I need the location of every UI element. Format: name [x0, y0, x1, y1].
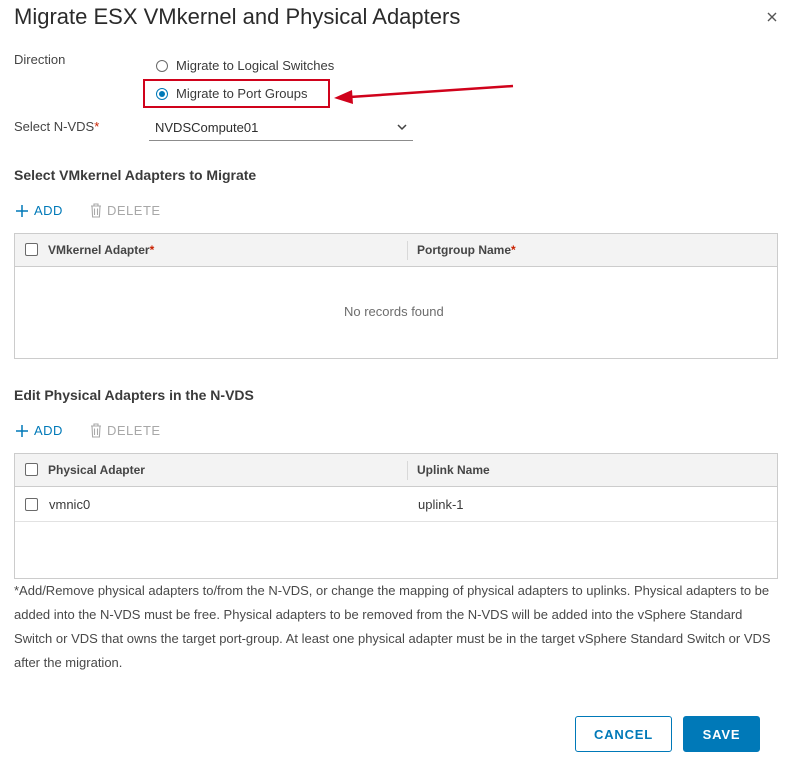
row-checkbox[interactable] — [25, 498, 38, 511]
plus-icon — [16, 424, 28, 437]
close-icon[interactable] — [763, 8, 781, 26]
physical-grid: Physical Adapter Uplink Name vmnic0 upli… — [14, 453, 778, 579]
physical-adapter-cell: vmnic0 — [49, 497, 91, 512]
chevron-down-icon — [397, 124, 407, 131]
uplink-name-cell[interactable]: uplink-1 — [418, 497, 464, 512]
radio-button[interactable] — [156, 59, 168, 72]
required-mark: * — [511, 243, 516, 257]
column-label: Portgroup Name — [417, 243, 512, 257]
column-label: VMkernel Adapter — [48, 243, 150, 257]
plus-icon — [16, 204, 28, 217]
cancel-button[interactable]: CANCEL — [575, 716, 672, 752]
radio-label: Migrate to Logical Switches — [176, 58, 335, 73]
nvds-label: Select N-VDS* — [14, 119, 99, 134]
column-separator[interactable] — [407, 461, 408, 480]
empty-message: No records found — [344, 304, 444, 319]
annotation-arrow-icon — [334, 84, 514, 104]
column-header-uplink-name[interactable]: Uplink Name — [417, 463, 490, 477]
table-row[interactable]: vmnic0 uplink-1 — [15, 487, 777, 522]
trash-icon — [91, 423, 101, 438]
required-mark: * — [94, 119, 100, 134]
vmkernel-section-title: Select VMkernel Adapters to Migrate — [14, 167, 257, 183]
direction-label: Direction — [14, 52, 66, 67]
trash-icon — [91, 203, 101, 218]
physical-add-button[interactable]: ADD — [15, 423, 63, 438]
delete-label: DELETE — [107, 203, 161, 218]
vmkernel-grid: VMkernel Adapter* Portgroup Name* No rec… — [14, 233, 778, 359]
select-all-checkbox[interactable] — [25, 463, 38, 476]
required-mark: * — [149, 243, 155, 257]
nvds-select-value: NVDSCompute01 — [155, 120, 259, 135]
physical-delete-button[interactable]: DELETE — [90, 423, 161, 438]
migration-note: *Add/Remove physical adapters to/from th… — [14, 583, 771, 670]
column-header-vmkernel-adapter[interactable]: VMkernel Adapter* — [48, 243, 154, 257]
column-header-physical-adapter[interactable]: Physical Adapter — [48, 463, 145, 477]
annotation-highlight-box — [143, 79, 330, 108]
nvds-select[interactable]: NVDSCompute01 — [149, 117, 413, 141]
grid-header: VMkernel Adapter* Portgroup Name* — [15, 234, 777, 267]
delete-label: DELETE — [107, 423, 161, 438]
column-separator[interactable] — [407, 241, 408, 260]
grid-header: Physical Adapter Uplink Name — [15, 454, 777, 487]
radio-migrate-logical-switches[interactable]: Migrate to Logical Switches — [156, 58, 334, 73]
column-header-portgroup-name[interactable]: Portgroup Name* — [417, 243, 516, 257]
dialog-title: Migrate ESX VMkernel and Physical Adapte… — [14, 4, 461, 29]
add-label: ADD — [34, 423, 63, 438]
vmkernel-delete-button[interactable]: DELETE — [90, 203, 161, 218]
add-label: ADD — [34, 203, 63, 218]
select-all-checkbox[interactable] — [25, 243, 38, 256]
vmkernel-add-button[interactable]: ADD — [15, 203, 63, 218]
save-button[interactable]: SAVE — [683, 716, 760, 752]
nvds-label-text: Select N-VDS — [14, 119, 95, 134]
physical-section-title: Edit Physical Adapters in the N-VDS — [14, 387, 254, 403]
